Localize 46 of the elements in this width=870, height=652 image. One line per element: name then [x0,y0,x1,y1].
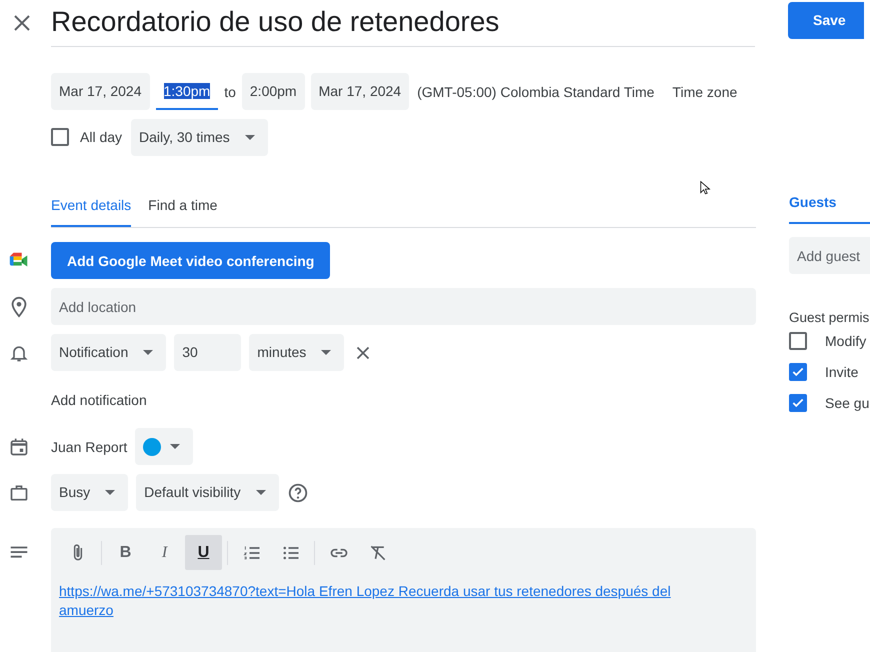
help-icon[interactable] [286,482,309,504]
notification-unit-dropdown[interactable]: minutes [249,334,344,371]
time-zone-button[interactable]: Time zone [668,84,742,100]
tab[interactable]: Event details [51,185,132,227]
tab[interactable]: Find a time [148,185,218,227]
caret-icon [256,490,266,495]
date-field[interactable]: Mar 17, 2024 [310,73,410,110]
checkbox[interactable] [789,394,807,412]
visibility-dropdown[interactable]: Default visibility [136,474,279,511]
caret-icon [143,350,154,355]
caret-icon [244,134,255,140]
permission-label: Invite [825,364,858,380]
notification-time-field[interactable]: 30 [174,334,242,371]
permission-label: See gu [825,394,870,410]
date-field[interactable]: Mar 17, 2024 [51,73,150,110]
tab[interactable]: Guests [789,190,870,224]
time-zone-text: (GMT-05:00) Colombia Standard Time [417,84,654,100]
notification-type-dropdown[interactable]: Notification [51,334,166,371]
add-notification-button[interactable]: Add notification [51,392,147,408]
color-dropdown[interactable] [135,428,194,465]
permissions-heading: Guest permis [789,310,870,325]
recurrence-dropdown[interactable]: Daily, 30 times [131,118,268,156]
all-day-label: All day [80,129,122,145]
permission-label: Modify [825,332,866,348]
checkbox[interactable] [789,332,807,350]
description-editor[interactable]: B I U https://wa.me/+573103734870?text=Hola Efren Lopez Recuerda usar tus retenedores después del amuerzo [51,528,756,652]
format-button[interactable]: U [185,535,222,570]
briefcase-icon [9,482,29,502]
checkbox[interactable] [51,128,69,146]
location-field[interactable]: Add location [51,288,756,325]
calendar-icon [9,436,29,456]
format-button[interactable]: I [146,535,183,570]
save-button[interactable]: Save [788,2,864,38]
availability-dropdown[interactable]: Busy [51,474,128,511]
guests-field[interactable]: Add guest [789,237,870,274]
caret-icon [321,350,332,355]
caret-icon [105,490,116,495]
time-field[interactable]: 2:00pm [242,73,305,110]
format-button[interactable]: B [107,535,144,570]
caret-icon [170,444,180,449]
to-label: to [224,84,236,100]
calendar-name: Juan Report [51,438,128,454]
checkbox[interactable] [789,362,807,380]
meet-button[interactable]: Add Google Meet video conferencing [51,242,330,279]
description-link[interactable]: https://wa.me/+573103734870?text=Hola Efren Lopez Recuerda usar tus retenedores después del amuerzo [59,582,719,620]
title-field[interactable]: Recordatorio de uso de retenedores [51,0,755,46]
